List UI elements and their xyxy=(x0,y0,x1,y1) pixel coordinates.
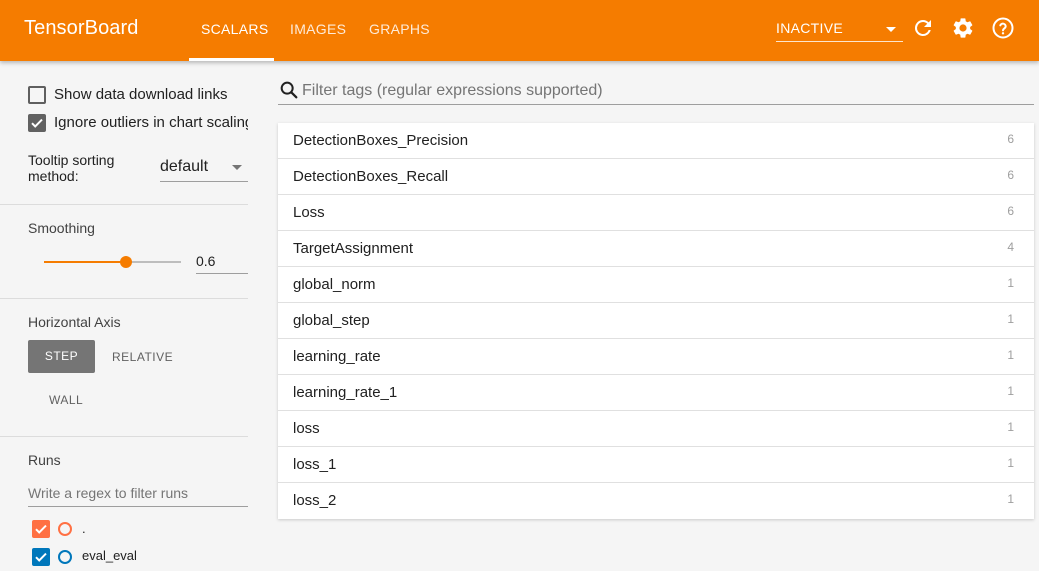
smoothing-slider-knob[interactable] xyxy=(120,256,133,268)
check-icon xyxy=(35,552,47,562)
runs-title: Runs xyxy=(28,452,61,468)
active-tab-indicator xyxy=(189,58,274,61)
tag-name: learning_rate xyxy=(293,348,381,365)
divider xyxy=(0,436,248,437)
runs-filter-input[interactable]: Write a regex to filter runs xyxy=(28,481,248,507)
tag-row[interactable]: global_norm 1 xyxy=(278,267,1034,303)
tag-name: TargetAssignment xyxy=(293,240,414,257)
wall-button[interactable]: WALL xyxy=(49,393,83,407)
tag-row[interactable]: Loss 6 xyxy=(278,195,1034,231)
download-links-checkbox[interactable] xyxy=(28,86,46,104)
tag-count: 1 xyxy=(1007,492,1014,506)
tag-filter-placeholder: Filter tags (regular expressions support… xyxy=(302,82,603,99)
run-color-swatch[interactable] xyxy=(58,550,72,564)
tooltip-sorting-select[interactable]: default xyxy=(160,155,248,182)
run-name: . xyxy=(82,521,86,536)
tag-name: global_norm xyxy=(293,276,376,293)
tag-row[interactable]: learning_rate_1 1 xyxy=(278,375,1034,411)
tab-scalars[interactable]: SCALARS xyxy=(201,21,268,37)
tag-count: 6 xyxy=(1007,132,1014,146)
settings-icon[interactable] xyxy=(951,16,975,40)
tag-name: DetectionBoxes_Recall xyxy=(293,168,449,185)
ignore-outliers-label-clip: Ignore outliers in chart scaling xyxy=(54,114,248,134)
tag-row[interactable]: loss_1 1 xyxy=(278,447,1034,483)
tooltip-sorting-label: Tooltip sorting xyxy=(28,152,115,168)
tag-count: 4 xyxy=(1007,240,1014,254)
smoothing-slider-fill xyxy=(44,261,127,263)
tooltip-sorting-value: default xyxy=(160,158,209,175)
tag-count: 1 xyxy=(1007,276,1014,290)
tag-name: global_step xyxy=(293,312,370,329)
tag-count: 6 xyxy=(1007,204,1014,218)
tag-row[interactable]: TargetAssignment 4 xyxy=(278,231,1034,267)
tab-images[interactable]: IMAGES xyxy=(290,21,346,37)
tag-name: loss_2 xyxy=(293,492,337,509)
tag-count: 1 xyxy=(1007,348,1014,362)
search-icon xyxy=(280,81,298,99)
chevron-down-icon xyxy=(232,165,242,170)
smoothing-title: Smoothing xyxy=(28,220,95,236)
divider xyxy=(0,298,248,299)
ignore-outliers-checkbox[interactable] xyxy=(28,114,46,132)
tag-filter-input[interactable]: Filter tags (regular expressions support… xyxy=(278,79,1034,105)
tag-name: loss_1 xyxy=(293,456,337,473)
tag-row[interactable]: global_step 1 xyxy=(278,303,1034,339)
run-color-swatch[interactable] xyxy=(58,522,72,536)
refresh-icon[interactable] xyxy=(911,16,935,40)
divider xyxy=(0,204,248,205)
tag-list: DetectionBoxes_Precision 6 DetectionBoxes_… xyxy=(278,123,1034,519)
status-dropdown-value: INACTIVE xyxy=(776,20,843,36)
step-button[interactable]: STEP xyxy=(28,340,95,373)
status-dropdown[interactable]: INACTIVE xyxy=(776,15,903,42)
tag-row[interactable]: learning_rate 1 xyxy=(278,339,1034,375)
run-checkbox[interactable] xyxy=(32,548,50,566)
tag-name: learning_rate_1 xyxy=(293,384,398,401)
check-icon xyxy=(31,118,43,128)
horizontal-axis-title: Horizontal Axis xyxy=(28,314,121,330)
tag-row[interactable]: loss 1 xyxy=(278,411,1034,447)
tag-name: DetectionBoxes_Precision xyxy=(293,132,469,149)
chevron-down-icon xyxy=(886,27,896,32)
tag-count: 1 xyxy=(1007,384,1014,398)
tab-graphs[interactable]: GRAPHS xyxy=(369,21,430,37)
tag-count: 1 xyxy=(1007,420,1014,434)
tag-count: 1 xyxy=(1007,312,1014,326)
help-icon[interactable] xyxy=(991,16,1015,40)
smoothing-value-input[interactable]: 0.6 xyxy=(196,250,248,274)
run-checkbox[interactable] xyxy=(32,520,50,538)
check-icon xyxy=(35,524,47,534)
download-links-label: Show data download links xyxy=(54,86,228,103)
tag-row[interactable]: DetectionBoxes_Recall 6 xyxy=(278,159,1034,195)
tag-count: 1 xyxy=(1007,456,1014,470)
sidebar: Show data download links Ignore outliers… xyxy=(0,61,262,571)
tag-row[interactable]: DetectionBoxes_Precision 6 xyxy=(278,123,1034,159)
tag-row[interactable]: loss_2 1 xyxy=(278,483,1034,519)
app-title: TensorBoard xyxy=(24,17,139,39)
tag-name: Loss xyxy=(293,204,325,221)
top-app-bar: TensorBoard SCALARS IMAGES GRAPHS INACTI… xyxy=(0,0,1039,61)
run-name: eval_eval xyxy=(82,548,137,563)
tag-name: loss xyxy=(293,420,320,437)
ignore-outliers-label: Ignore outliers in chart scaling xyxy=(54,114,248,131)
tag-count: 6 xyxy=(1007,168,1014,182)
smoothing-slider[interactable] xyxy=(44,256,181,268)
tooltip-sorting-label-2: method: xyxy=(28,168,79,184)
relative-button[interactable]: RELATIVE xyxy=(112,350,173,364)
